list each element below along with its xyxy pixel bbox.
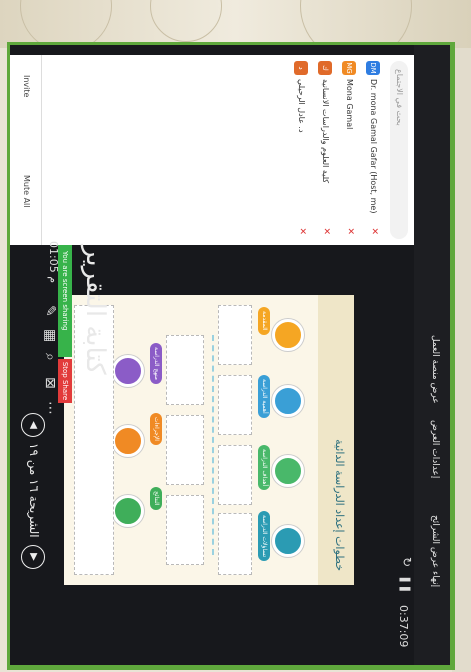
presentation-toolbar: إنهاء عرض الشرائح إعدادات العرض عرض منصة… — [414, 45, 450, 665]
participant-name: د. عادل الرحيلي — [297, 79, 306, 133]
step-node — [112, 425, 144, 457]
slide-counter: الشريحة ١٦ من ١٩ — [27, 443, 41, 538]
presenter-view-button[interactable]: عرض منصة العمل — [430, 335, 440, 404]
participant-row[interactable]: MG Mona Gamal ✕ — [338, 61, 358, 239]
avatar: MG — [342, 61, 356, 75]
step-text-block — [166, 415, 204, 485]
timeline-line — [210, 335, 214, 555]
muted-mic-icon[interactable]: ✕ — [369, 227, 379, 235]
step-label: تساؤلات الدراسة — [258, 511, 270, 562]
decor-circle — [150, 0, 222, 42]
avatar: ك — [318, 61, 332, 75]
step-text-block — [218, 305, 252, 365]
avatar: د — [294, 61, 308, 75]
step-label: منهج الدراسة — [150, 343, 162, 385]
step-text-block — [218, 375, 252, 435]
participant-row[interactable]: ك كلية العلوم والدراسات الانسانية ✕ — [314, 61, 334, 239]
step-label: أهداف الدراسة — [258, 445, 270, 491]
mute-all-button[interactable]: Mute All — [22, 175, 31, 208]
step-node — [112, 355, 144, 387]
step-text-block — [218, 445, 252, 505]
step-label: النتائج — [150, 487, 162, 510]
panel-footer: Invite Mute All — [10, 55, 42, 245]
device-frame: إنهاء عرض الشرائح إعدادات العرض عرض منصة… — [7, 42, 455, 670]
screen-share-bar: You are screen sharing Stop Share — [58, 245, 72, 405]
step-text-block — [166, 495, 204, 565]
end-slideshow-button[interactable]: إنهاء عرض الشرائح — [430, 515, 440, 587]
participant-search-input[interactable]: بحث في الاجتماع — [390, 61, 408, 239]
participant-name: كلية العلوم والدراسات الانسانية — [321, 79, 330, 184]
invite-button[interactable]: Invite — [22, 75, 31, 97]
slide-title: خطوات إعداد الدراسة الدائية — [318, 295, 354, 585]
step-node — [272, 455, 304, 487]
step-label: المقدمة — [258, 307, 270, 335]
screen: إنهاء عرض الشرائح إعدادات العرض عرض منصة… — [10, 45, 450, 665]
refresh-icon[interactable]: ↻ — [400, 557, 414, 567]
step-node — [272, 319, 304, 351]
stop-share-button[interactable]: Stop Share — [58, 359, 72, 403]
participant-row[interactable]: DM Dr. mona Gamal Gafar (Host, me) ✕ — [362, 61, 382, 239]
step-label: الإجراءات — [150, 413, 162, 445]
step-node — [112, 495, 144, 527]
muted-mic-icon[interactable]: ✕ — [297, 227, 307, 235]
display-settings-button[interactable]: إعدادات العرض — [430, 420, 440, 478]
participant-name: Dr. mona Gamal Gafar (Host, me) — [369, 79, 378, 214]
step-label: أهمية الدراسة — [258, 375, 270, 418]
pause-icon[interactable]: ❚❚ — [399, 575, 412, 593]
step-node — [272, 525, 304, 557]
rotated-meeting-view: إنهاء عرض الشرائح إعدادات العرض عرض منصة… — [10, 45, 450, 665]
chevron-left-icon[interactable]: ◀ — [21, 413, 45, 437]
muted-mic-icon[interactable]: ✕ — [321, 227, 331, 235]
step-text-block — [166, 335, 204, 405]
step-node — [272, 385, 304, 417]
participant-row[interactable]: د د. عادل الرحيلي ✕ — [290, 61, 310, 239]
elapsed-timer: 0:37:09 — [397, 605, 410, 648]
participant-name: Mona Gamal — [345, 79, 354, 130]
slide-calligraphy-title: كتابة التقرير — [80, 245, 110, 375]
share-status: You are screen sharing — [58, 245, 72, 357]
muted-mic-icon[interactable]: ✕ — [345, 227, 355, 235]
avatar: DM — [366, 61, 380, 75]
step-text-block — [218, 513, 252, 575]
participants-panel: بحث في الاجتماع DM Dr. mona Gamal Gafar … — [10, 55, 414, 245]
slide-navigation: ◀ الشريحة ١٦ من ١٩ ▶ — [15, 285, 45, 585]
chevron-right-icon[interactable]: ▶ — [21, 545, 45, 569]
decorative-header — [0, 0, 471, 62]
